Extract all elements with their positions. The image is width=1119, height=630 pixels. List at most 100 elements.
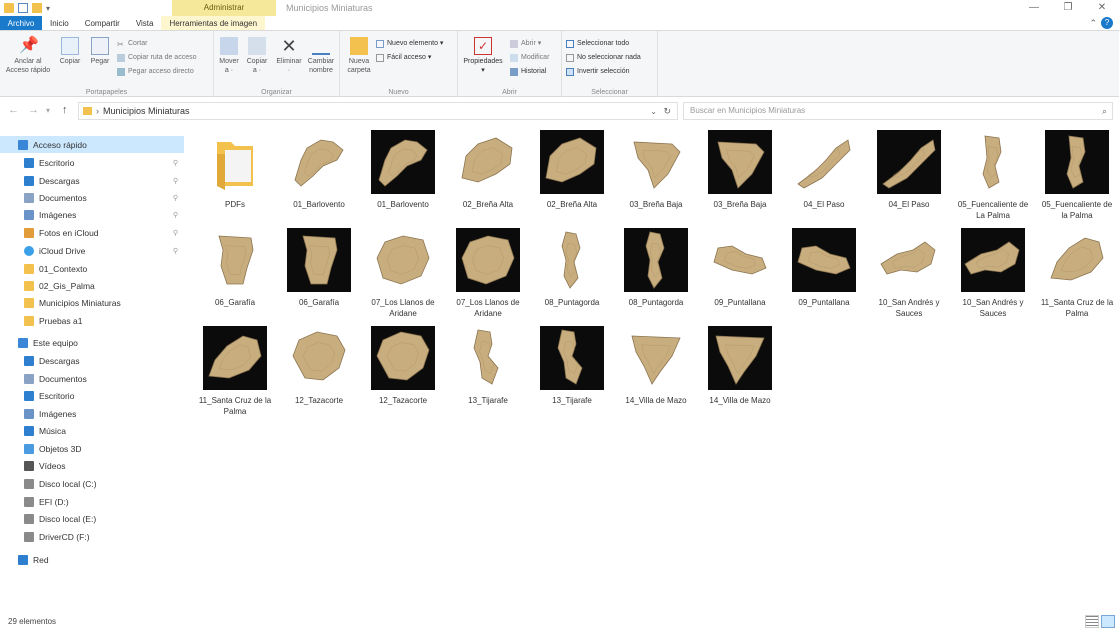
tab-share[interactable]: Compartir bbox=[77, 16, 128, 30]
recent-chevron-icon[interactable]: ▾ bbox=[46, 106, 50, 115]
file-item[interactable]: 11_Santa Cruz de la Palma bbox=[196, 322, 274, 417]
pin-icon[interactable]: ⚲ bbox=[173, 177, 178, 185]
pin-icon[interactable]: ⚲ bbox=[173, 159, 178, 167]
copy-to-button[interactable]: Copiar a · bbox=[244, 37, 270, 75]
cut-button[interactable]: ✂ Cortar bbox=[117, 39, 147, 49]
delete-button[interactable]: ✕ Eliminar · bbox=[274, 37, 304, 75]
nav-item[interactable]: Red bbox=[0, 551, 184, 568]
close-button[interactable]: ✕ bbox=[1085, 0, 1119, 16]
nav-item[interactable]: 02_Gis_Palma bbox=[0, 277, 184, 294]
file-item[interactable]: 09_Puntallana bbox=[785, 224, 863, 308]
file-item[interactable]: 12_Tazacorte bbox=[280, 322, 358, 406]
details-view-icon[interactable] bbox=[1085, 615, 1099, 628]
file-item[interactable]: 07_Los Llanos de Aridane bbox=[364, 224, 442, 319]
nav-item[interactable]: Acceso rápido bbox=[0, 136, 184, 153]
file-item[interactable]: 13_Tijarafe bbox=[449, 322, 527, 406]
nav-item[interactable]: Descargas bbox=[0, 352, 184, 369]
tab-file[interactable]: Archivo bbox=[0, 16, 42, 30]
nav-item[interactable]: DriverCD (F:) bbox=[0, 528, 184, 545]
file-item[interactable]: 06_Garafía bbox=[280, 224, 358, 308]
rename-button[interactable]: Cambiar nombre bbox=[306, 37, 336, 75]
folder-item[interactable]: PDFs bbox=[196, 126, 274, 210]
refresh-icon[interactable]: ↻ bbox=[663, 106, 671, 117]
edit-button[interactable]: Modificar bbox=[510, 53, 549, 63]
easy-access-button[interactable]: Fácil acceso ▾ bbox=[376, 53, 431, 63]
address-dropdown-icon[interactable]: ⌄ bbox=[650, 107, 657, 116]
select-all-button[interactable]: Seleccionar todo bbox=[566, 39, 629, 49]
copy-path-button[interactable]: Copiar ruta de acceso bbox=[117, 53, 196, 63]
paste-button[interactable]: Pegar bbox=[86, 37, 114, 66]
file-item[interactable]: 10_San Andrés y Sauces bbox=[954, 224, 1032, 319]
move-to-button[interactable]: Mover a · bbox=[216, 37, 242, 75]
nav-item[interactable]: Fotos en iCloud ⚲ bbox=[0, 224, 184, 241]
pin-icon[interactable]: ⚲ bbox=[173, 194, 178, 202]
nav-item[interactable]: Vídeos bbox=[0, 457, 184, 474]
file-item[interactable]: 12_Tazacorte bbox=[364, 322, 442, 406]
nav-item[interactable]: Escritorio bbox=[0, 387, 184, 404]
properties-icon[interactable] bbox=[18, 3, 28, 13]
pin-quick-access-button[interactable]: 📌 Anclar al Acceso rápido bbox=[2, 37, 54, 75]
file-item[interactable]: 01_Barlovento bbox=[364, 126, 442, 210]
search-input[interactable]: Buscar en Municipios Miniaturas ⌕ bbox=[683, 102, 1113, 120]
file-item[interactable]: 01_Barlovento bbox=[280, 126, 358, 210]
up-arrow-icon[interactable]: ↑ bbox=[62, 104, 68, 116]
select-none-button[interactable]: No seleccionar nada bbox=[566, 53, 641, 63]
file-item[interactable]: 03_Breña Baja bbox=[701, 126, 779, 210]
tab-home[interactable]: Inicio bbox=[42, 16, 77, 30]
nav-item[interactable]: Descargas ⚲ bbox=[0, 172, 184, 189]
chevron-up-icon[interactable]: ⌃ bbox=[1089, 16, 1097, 31]
nav-item[interactable]: Disco local (C:) bbox=[0, 475, 184, 492]
nav-item[interactable]: 01_Contexto bbox=[0, 260, 184, 277]
file-item[interactable]: 10_San Andrés y Sauces bbox=[870, 224, 948, 319]
file-item[interactable]: 14_Villa de Mazo bbox=[617, 322, 695, 406]
nav-item[interactable]: Municipios Miniaturas bbox=[0, 294, 184, 311]
file-item[interactable]: 08_Puntagorda bbox=[617, 224, 695, 308]
new-folder-icon[interactable] bbox=[32, 3, 42, 13]
chevron-down-icon[interactable]: ▾ bbox=[46, 4, 50, 13]
breadcrumb[interactable]: Municipios Miniaturas bbox=[103, 106, 190, 116]
maximize-button[interactable]: ❐ bbox=[1051, 0, 1085, 16]
file-item[interactable]: 07_Los Llanos de Aridane bbox=[449, 224, 527, 319]
folder-icon[interactable] bbox=[4, 3, 14, 13]
file-item[interactable]: 05_Fuencaliente de la Palma bbox=[1038, 126, 1116, 221]
file-item[interactable]: 13_Tijarafe bbox=[533, 322, 611, 406]
nav-item[interactable]: Imágenes bbox=[0, 405, 184, 422]
file-item[interactable]: 11_Santa Cruz de la Palma bbox=[1038, 224, 1116, 319]
nav-item[interactable]: iCloud Drive ⚲ bbox=[0, 242, 184, 259]
file-item[interactable]: 08_Puntagorda bbox=[533, 224, 611, 308]
search-icon[interactable]: ⌕ bbox=[1102, 103, 1107, 119]
file-item[interactable]: 04_El Paso bbox=[870, 126, 948, 210]
open-button[interactable]: Abrir ▾ bbox=[510, 39, 541, 49]
file-item[interactable]: 03_Breña Baja bbox=[617, 126, 695, 210]
large-icons-view-icon[interactable] bbox=[1101, 615, 1115, 628]
file-item[interactable]: 05_Fuencaliente de La Palma bbox=[954, 126, 1032, 221]
paste-shortcut-button[interactable]: Pegar acceso directo bbox=[117, 67, 194, 77]
file-item[interactable]: 02_Breña Alta bbox=[449, 126, 527, 210]
nav-item[interactable]: Este equipo bbox=[0, 334, 184, 351]
nav-item[interactable]: Escritorio ⚲ bbox=[0, 154, 184, 171]
file-item[interactable]: 14_Villa de Mazo bbox=[701, 322, 779, 406]
invert-selection-button[interactable]: Invertir selección bbox=[566, 67, 630, 77]
new-item-button[interactable]: Nuevo elemento ▾ bbox=[376, 39, 443, 49]
nav-item[interactable]: Documentos ⚲ bbox=[0, 189, 184, 206]
tab-image-tools[interactable]: Herramientas de imagen bbox=[161, 16, 266, 30]
file-item[interactable]: 04_El Paso bbox=[785, 126, 863, 210]
address-bar[interactable]: › Municipios Miniaturas ⌄ ↻ bbox=[78, 102, 678, 120]
help-icon[interactable]: ? bbox=[1101, 17, 1113, 29]
file-item[interactable]: 09_Puntallana bbox=[701, 224, 779, 308]
nav-item[interactable]: Disco local (E:) bbox=[0, 510, 184, 527]
history-button[interactable]: Historial bbox=[510, 67, 546, 77]
pin-icon[interactable]: ⚲ bbox=[173, 211, 178, 219]
nav-item[interactable]: Imágenes ⚲ bbox=[0, 206, 184, 223]
nav-item[interactable]: Música bbox=[0, 422, 184, 439]
tab-view[interactable]: Vista bbox=[128, 16, 162, 30]
nav-item[interactable]: Objetos 3D bbox=[0, 440, 184, 457]
back-arrow-icon[interactable]: ← bbox=[8, 104, 19, 116]
copy-button[interactable]: Copiar bbox=[56, 37, 84, 66]
pin-icon[interactable]: ⚲ bbox=[173, 247, 178, 255]
file-item[interactable]: 02_Breña Alta bbox=[533, 126, 611, 210]
nav-item[interactable]: Pruebas a1 bbox=[0, 312, 184, 329]
minimize-button[interactable]: — bbox=[1017, 0, 1051, 16]
nav-item[interactable]: EFI (D:) bbox=[0, 493, 184, 510]
pin-icon[interactable]: ⚲ bbox=[173, 229, 178, 237]
